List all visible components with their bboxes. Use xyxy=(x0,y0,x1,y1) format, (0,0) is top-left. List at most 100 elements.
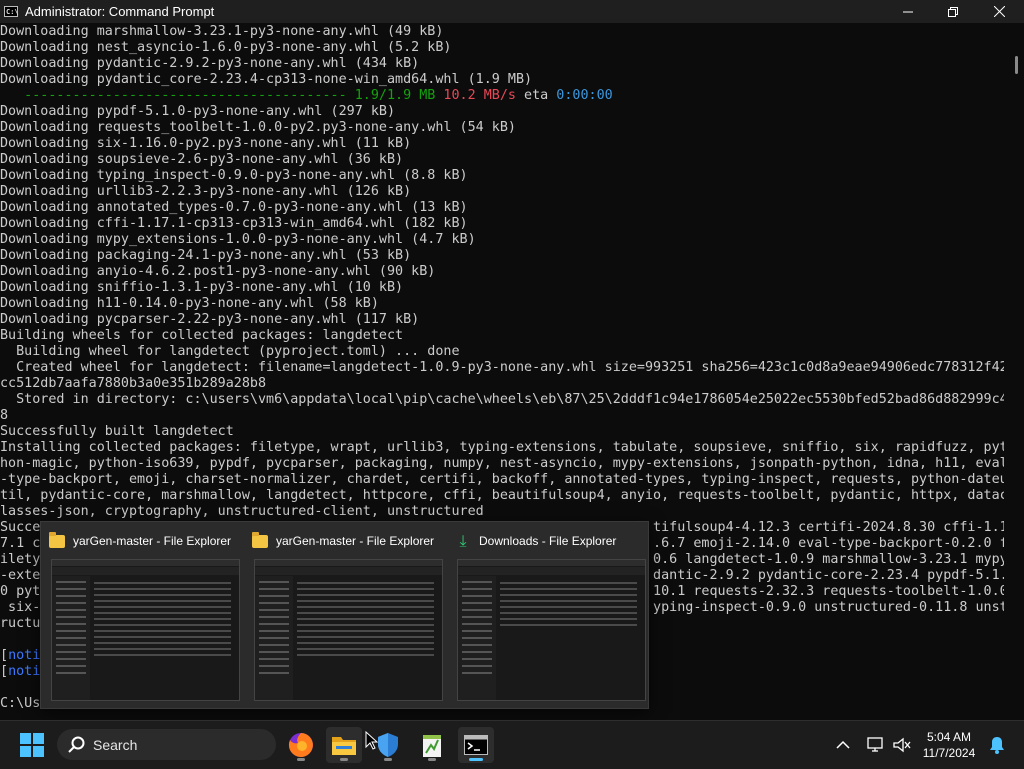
console-line: Downloading h11-0.14.0-py3-none-any.whl … xyxy=(0,296,1004,312)
taskbar-notepad-plus[interactable] xyxy=(414,727,450,763)
preview-downloads[interactable]: ⤓ Downloads - File Explorer xyxy=(447,522,649,708)
console-text: hon-magic, python-iso639, pypdf, pycpars… xyxy=(0,456,1004,471)
console-text: Downloading typing_inspect-0.9.0-py3-non… xyxy=(0,168,468,183)
minimize-button[interactable] xyxy=(885,0,931,23)
console-text: Downloading cffi-1.17.1-cp313-cp313-win_… xyxy=(0,216,468,231)
clock-date: 11/7/2024 xyxy=(922,746,976,760)
console-line: Stored in directory: c:\users\vm6\appdat… xyxy=(0,392,1004,408)
console-line: Created wheel for langdetect: filename=l… xyxy=(0,360,1004,376)
close-icon xyxy=(993,6,1005,17)
preview-explorer-1[interactable]: yarGen-master - File Explorer xyxy=(41,522,243,708)
console-line: Building wheel for langdetect (pyproject… xyxy=(0,344,1004,360)
console-text: lasses-json, cryptography, unstructured-… xyxy=(0,504,484,519)
console-text: noti xyxy=(8,648,41,663)
console-text: Building wheels for collected packages: … xyxy=(0,328,404,343)
preview-thumbnail xyxy=(254,559,443,701)
console-line: Downloading requests_toolbelt-1.0.0-py2.… xyxy=(0,120,1004,136)
console-line: ----------------------------------------… xyxy=(0,88,1004,104)
console-line: Downloading urllib3-2.2.3-py3-none-any.w… xyxy=(0,184,1004,200)
console-text: [ xyxy=(0,648,9,663)
cmd-app-icon: C:\ xyxy=(4,6,19,17)
taskbar-command-prompt[interactable] xyxy=(458,727,494,763)
console-line: cc512db7aafa7880b3a0e351b289a28b8 xyxy=(0,376,1004,392)
network-icon xyxy=(867,737,883,752)
console-text: eta xyxy=(515,88,557,103)
taskbar-file-explorer[interactable] xyxy=(326,727,362,763)
console-line: -type-backport, emoji, charset-normalize… xyxy=(0,472,1004,488)
console-line: Downloading pycparser-2.22-py3-none-any.… xyxy=(0,312,1004,328)
console-line: Downloading cffi-1.17.1-cp313-cp313-win_… xyxy=(0,216,1004,232)
search-icon xyxy=(68,736,85,753)
console-line: Downloading soupsieve-2.6-py3-none-any.w… xyxy=(0,152,1004,168)
console-text: [ xyxy=(0,664,9,679)
windows-icon xyxy=(20,733,44,757)
console-text: Downloading urllib3-2.2.3-py3-none-any.w… xyxy=(0,184,412,199)
bell-icon xyxy=(990,737,1004,754)
console-text: ructu xyxy=(0,616,41,631)
preview-thumbnail xyxy=(51,559,240,701)
console-line: Installing collected packages: filetype,… xyxy=(0,440,1004,456)
volume-status[interactable] xyxy=(890,727,914,763)
show-hidden-icons-button[interactable] xyxy=(828,727,858,763)
maximize-button[interactable] xyxy=(930,0,976,23)
folder-icon xyxy=(252,531,268,548)
console-text: Downloading sniffio-1.3.1-py3-none-any.w… xyxy=(0,280,404,295)
console-text: Downloading pydantic_core-2.23.4-cp313-n… xyxy=(0,72,533,87)
running-indicator xyxy=(297,758,305,761)
taskbar-thumbnail-previews: yarGen-master - File Explorer yarGen-mas… xyxy=(40,521,649,709)
console-text: Downloading packaging-24.1-py3-none-any.… xyxy=(0,248,412,263)
console-text: Downloading six-1.16.0-py2.py3-none-any.… xyxy=(0,136,412,151)
running-indicator xyxy=(384,758,392,761)
preview-explorer-2[interactable]: yarGen-master - File Explorer xyxy=(244,522,446,708)
console-line: Downloading pydantic_core-2.23.4-cp313-n… xyxy=(0,72,1004,88)
console-line: Downloading sniffio-1.3.1-py3-none-any.w… xyxy=(0,280,1004,296)
console-text: Downloading marshmallow-3.23.1-py3-none-… xyxy=(0,24,444,39)
console-line: Downloading marshmallow-3.23.1-py3-none-… xyxy=(0,24,1004,40)
console-line: Downloading pydantic-2.9.2-py3-none-any.… xyxy=(0,56,1004,72)
console-text: Downloading pycparser-2.22-py3-none-any.… xyxy=(0,312,420,327)
network-status[interactable] xyxy=(863,727,889,763)
taskbar-firefox[interactable] xyxy=(283,727,319,763)
console-line: Downloading pypdf-5.1.0-py3-none-any.whl… xyxy=(0,104,1004,120)
running-indicator xyxy=(340,758,348,761)
restore-icon xyxy=(948,6,958,17)
start-button[interactable] xyxy=(14,727,50,763)
console-text: Downloading soupsieve-2.6-py3-none-any.w… xyxy=(0,152,404,167)
console-text: Downloading mypy_extensions-1.0.0-py3-no… xyxy=(0,232,476,247)
active-indicator xyxy=(469,758,483,761)
clock-time: 5:04 AM xyxy=(926,730,972,744)
console-line: lasses-json, cryptography, unstructured-… xyxy=(0,504,1004,520)
close-button[interactable] xyxy=(976,0,1022,23)
console-scrollbar[interactable] xyxy=(1015,56,1018,74)
console-text: 1.9/1.9 MB xyxy=(354,88,436,103)
title-bar[interactable]: C:\ Administrator: Command Prompt xyxy=(0,0,1024,23)
terminal-icon xyxy=(464,735,488,755)
console-text: Downloading annotated_types-0.7.0-py3-no… xyxy=(0,200,468,215)
console-line: Downloading packaging-24.1-py3-none-any.… xyxy=(0,248,1004,264)
firefox-icon xyxy=(288,733,313,757)
chevron-up-icon xyxy=(836,740,850,749)
minimize-icon xyxy=(903,11,913,12)
taskbar-clock[interactable]: 5:04 AM 11/7/2024 xyxy=(919,729,979,761)
taskbar-search[interactable]: Search xyxy=(57,729,276,760)
console-text: cc512db7aafa7880b3a0e351b289a28b8 xyxy=(0,376,267,391)
notifications-button[interactable] xyxy=(984,727,1010,763)
console-line: hon-magic, python-iso639, pypdf, pycpars… xyxy=(0,456,1004,472)
taskbar-security[interactable] xyxy=(370,727,406,763)
console-text: 10.2 MB/s xyxy=(443,88,516,103)
console-text: Downloading pypdf-5.1.0-py3-none-any.whl… xyxy=(0,104,396,119)
folder-icon xyxy=(49,531,65,548)
window-title: Administrator: Command Prompt xyxy=(25,4,215,19)
console-line: Downloading nest_asyncio-1.6.0-py3-none-… xyxy=(0,40,1004,56)
running-indicator xyxy=(428,758,436,761)
console-line: Downloading six-1.16.0-py2.py3-none-any.… xyxy=(0,136,1004,152)
file-explorer-icon xyxy=(332,737,356,755)
search-label: Search xyxy=(93,736,138,753)
preview-title: Downloads - File Explorer xyxy=(479,534,617,548)
console-line: Successfully built langdetect xyxy=(0,424,1004,440)
console-line: 8 xyxy=(0,408,1004,424)
console-line: Downloading anyio-4.6.2.post1-py3-none-a… xyxy=(0,264,1004,280)
preview-title: yarGen-master - File Explorer xyxy=(276,534,435,548)
download-icon: ⤓ xyxy=(459,532,467,550)
console-text: til, pydantic-core, marshmallow, langdet… xyxy=(0,488,1004,503)
